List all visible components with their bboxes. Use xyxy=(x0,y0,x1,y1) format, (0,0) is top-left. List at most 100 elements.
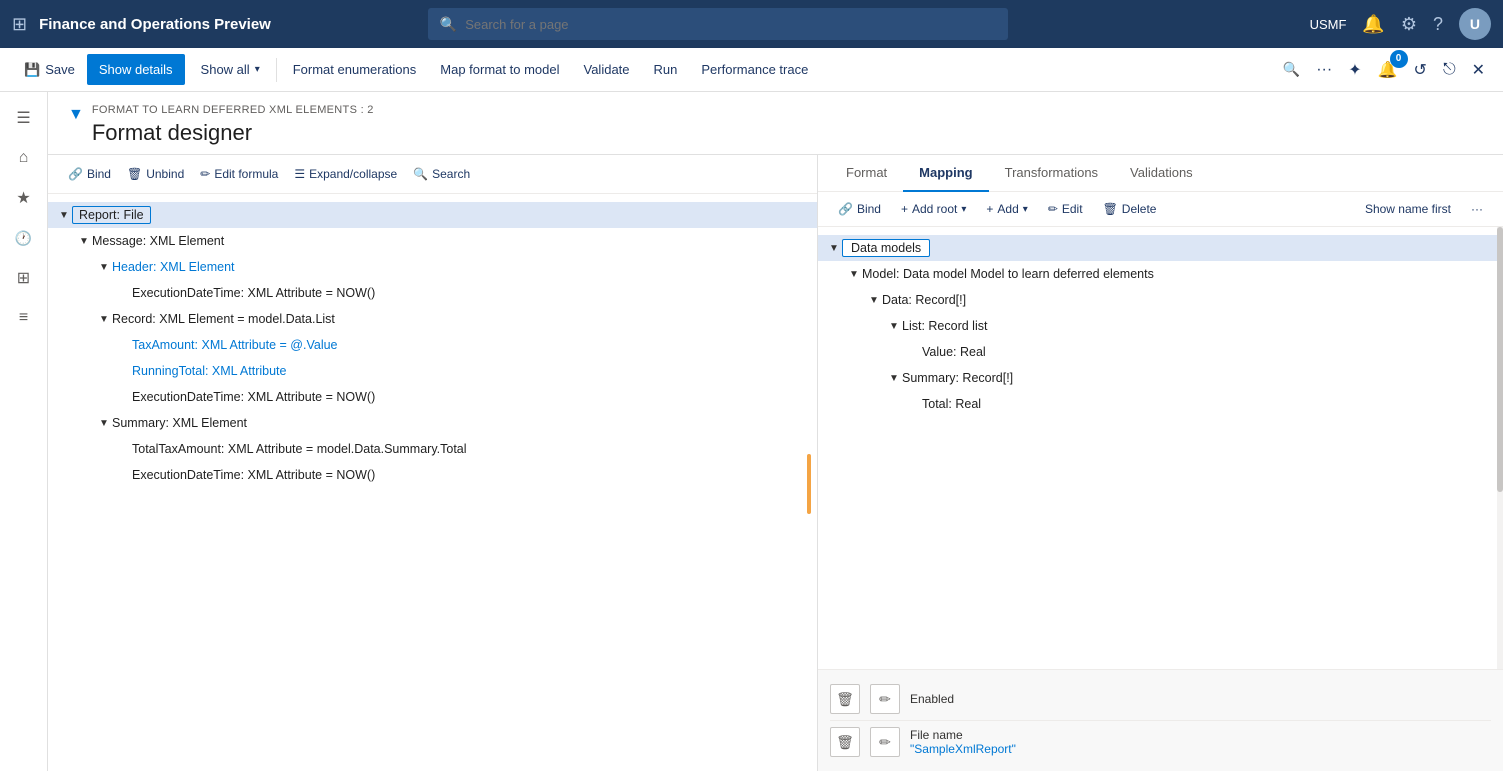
edit-mapping-button[interactable]: ✏ Edit xyxy=(1040,198,1091,220)
map-item[interactable]: ▼ Summary: Record[!] xyxy=(818,365,1503,391)
tab-transformations[interactable]: Transformations xyxy=(989,155,1114,192)
tab-validations[interactable]: Validations xyxy=(1114,155,1209,192)
close-button[interactable]: ✕ xyxy=(1466,54,1491,86)
filter-button[interactable]: ▼ xyxy=(68,106,84,124)
filename-value: "SampleXmlReport" xyxy=(910,742,1016,756)
format-enumerations-button[interactable]: Format enumerations xyxy=(281,54,429,85)
show-name-first-button[interactable]: Show name first xyxy=(1357,198,1459,220)
search-format-button[interactable]: 🔍 Search xyxy=(405,163,478,185)
tree-toggle[interactable]: ▼ xyxy=(56,207,72,223)
tree-toggle[interactable] xyxy=(116,467,132,483)
search-cmd-button[interactable]: 🔍 xyxy=(1277,55,1306,84)
map-item[interactable]: ▼ List: Record list xyxy=(818,313,1503,339)
tab-format[interactable]: Format xyxy=(830,155,903,192)
tree-item[interactable]: RunningTotal: XML Attribute xyxy=(48,358,817,384)
map-item[interactable]: ▼ Data: Record[!] xyxy=(818,287,1503,313)
settings-button[interactable]: ⚙ xyxy=(1401,14,1417,35)
scrollbar[interactable] xyxy=(1497,227,1503,669)
mapping-panel: Format Mapping Transformations Validatio… xyxy=(818,155,1503,771)
waffle-icon[interactable]: ⊞ xyxy=(12,14,27,35)
run-button[interactable]: Run xyxy=(642,54,690,85)
map-toggle[interactable]: ▼ xyxy=(886,370,902,386)
edit-formula-button[interactable]: ✏ Edit formula xyxy=(192,163,286,185)
notifications-button[interactable]: 🔔 xyxy=(1362,14,1384,35)
delete-mapping-icon: 🗑 xyxy=(1103,202,1118,216)
sidebar-item-home[interactable]: ⌂ xyxy=(6,140,42,176)
map-item-text: Value: Real xyxy=(922,345,986,359)
tree-item[interactable]: ExecutionDateTime: XML Attribute = NOW() xyxy=(48,384,817,410)
tree-item[interactable]: ExecutionDateTime: XML Attribute = NOW() xyxy=(48,280,817,306)
tree-item-text: ExecutionDateTime: XML Attribute = NOW() xyxy=(132,286,375,300)
tree-toggle[interactable] xyxy=(116,337,132,353)
more-mapping-options-button[interactable]: ··· xyxy=(1463,198,1491,220)
tree-item[interactable]: ExecutionDateTime: XML Attribute = NOW() xyxy=(48,462,817,488)
edit-filename-button[interactable]: ✏ xyxy=(870,727,900,757)
map-toggle[interactable] xyxy=(906,344,922,360)
add-button[interactable]: + Add ▾ xyxy=(978,198,1035,220)
bind-button[interactable]: 🔗 Bind xyxy=(60,163,119,185)
cmd-separator-1 xyxy=(276,58,277,82)
delete-filename-button[interactable]: 🗑 xyxy=(830,727,860,757)
add-root-button[interactable]: + Add root ▾ xyxy=(893,198,974,220)
map-item[interactable]: Total: Real xyxy=(818,391,1503,417)
sidebar-item-recent[interactable]: 🕐 xyxy=(6,220,42,256)
more-options-button[interactable]: ··· xyxy=(1310,55,1338,85)
map-item[interactable]: ▼ Model: Data model Model to learn defer… xyxy=(818,261,1503,287)
validate-button[interactable]: Validate xyxy=(572,54,642,85)
map-toggle[interactable]: ▼ xyxy=(886,318,902,334)
mapping-tree: ▼ Data models ▼ Model: Data model Model … xyxy=(818,227,1503,669)
delete-enabled-button[interactable]: 🗑 xyxy=(830,684,860,714)
expand-collapse-button[interactable]: ☰ Expand/collapse xyxy=(286,163,405,185)
tree-toggle[interactable] xyxy=(116,285,132,301)
global-search-input[interactable] xyxy=(465,17,996,32)
map-toggle[interactable]: ▼ xyxy=(826,240,842,256)
tree-item[interactable]: TaxAmount: XML Attribute = @.Value xyxy=(48,332,817,358)
tree-toggle[interactable] xyxy=(116,389,132,405)
sidebar-item-list[interactable]: ≡ xyxy=(6,300,42,336)
tree-toggle[interactable] xyxy=(116,363,132,379)
map-toggle[interactable]: ▼ xyxy=(866,292,882,308)
tree-item-text: Record: XML Element = model.Data.List xyxy=(112,312,335,326)
show-all-button[interactable]: Show all ▾ xyxy=(189,54,272,85)
refresh-button[interactable]: ↺ xyxy=(1408,54,1433,86)
search-icon: 🔍 xyxy=(440,16,457,33)
pin-button[interactable]: ✦ xyxy=(1342,54,1367,86)
add-icon: + xyxy=(986,202,993,216)
show-details-button[interactable]: Show details xyxy=(87,54,185,85)
more-mapping-options-icon: ··· xyxy=(1471,202,1483,216)
map-format-to-model-button[interactable]: Map format to model xyxy=(428,54,571,85)
map-toggle[interactable]: ▼ xyxy=(846,266,862,282)
map-item[interactable]: ▼ Data models xyxy=(818,235,1503,261)
sidebar-item-workspaces[interactable]: ⊞ xyxy=(6,260,42,296)
tree-item[interactable]: ▼ Message: XML Element xyxy=(48,228,817,254)
tree-item[interactable]: TotalTaxAmount: XML Attribute = model.Da… xyxy=(48,436,817,462)
tree-toggle[interactable]: ▼ xyxy=(96,259,112,275)
map-item[interactable]: Value: Real xyxy=(818,339,1503,365)
tree-item[interactable]: ▼ Record: XML Element = model.Data.List xyxy=(48,306,817,332)
global-search-bar[interactable]: 🔍 xyxy=(428,8,1008,40)
delete-mapping-button[interactable]: 🗑 Delete xyxy=(1095,198,1165,220)
map-toggle[interactable] xyxy=(906,396,922,412)
sidebar-item-menu[interactable]: ☰ xyxy=(6,100,42,136)
help-button[interactable]: ? xyxy=(1433,14,1443,35)
mapping-content: ▼ Data models ▼ Model: Data model Model … xyxy=(818,227,1503,771)
map-item-text: List: Record list xyxy=(902,319,987,333)
performance-trace-button[interactable]: Performance trace xyxy=(689,54,820,85)
tree-item[interactable]: ▼ Report: File xyxy=(48,202,817,228)
tab-mapping[interactable]: Mapping xyxy=(903,155,988,192)
tree-toggle[interactable]: ▼ xyxy=(96,415,112,431)
save-button[interactable]: 💾 Save xyxy=(12,54,87,86)
mapping-bind-button[interactable]: 🔗 Bind xyxy=(830,198,889,220)
tree-item[interactable]: ▼ Header: XML Element xyxy=(48,254,817,280)
main-content: ▼ FORMAT TO LEARN DEFERRED XML ELEMENTS … xyxy=(48,92,1503,771)
edit-enabled-button[interactable]: ✏ xyxy=(870,684,900,714)
tree-toggle[interactable]: ▼ xyxy=(76,233,92,249)
open-new-tab-button[interactable]: ⎋ xyxy=(1437,55,1462,85)
sidebar-item-favorites[interactable]: ★ xyxy=(6,180,42,216)
avatar[interactable]: U xyxy=(1459,8,1491,40)
tree-item-text: Message: XML Element xyxy=(92,234,224,248)
unbind-button[interactable]: 🗑 Unbind xyxy=(119,163,192,185)
tree-toggle[interactable] xyxy=(116,441,132,457)
tree-toggle[interactable]: ▼ xyxy=(96,311,112,327)
tree-item[interactable]: ▼ Summary: XML Element xyxy=(48,410,817,436)
